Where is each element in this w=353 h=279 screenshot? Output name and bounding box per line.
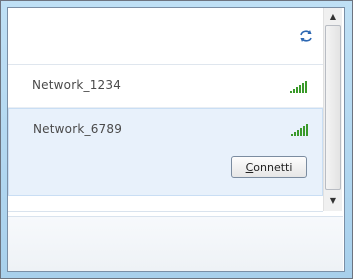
network-list-panel: Network_1234 Network_6789 C onnetti [8, 8, 323, 211]
footer-area [8, 216, 343, 271]
connect-button[interactable]: Connetti [231, 156, 307, 178]
network-popup-window: Network_1234 Network_6789 C onnetti ▲ ▼ [0, 0, 353, 279]
signal-bars-icon [291, 120, 311, 138]
vertical-scrollbar[interactable]: ▲ ▼ [323, 8, 342, 211]
chevron-up-icon[interactable]: ▲ [324, 8, 342, 24]
network-name: Network_1234 [32, 78, 122, 92]
refresh-icon[interactable] [298, 28, 314, 44]
network-name: Network_6789 [33, 122, 123, 136]
signal-bars-icon [290, 77, 310, 95]
chevron-down-icon[interactable]: ▼ [324, 192, 342, 208]
network-list-header [8, 8, 323, 65]
divider [8, 211, 323, 212]
list-item[interactable]: Network_6789 Connetti [8, 108, 323, 196]
scroll-thumb[interactable] [325, 25, 341, 190]
list-item[interactable]: Network_1234 [8, 65, 323, 108]
